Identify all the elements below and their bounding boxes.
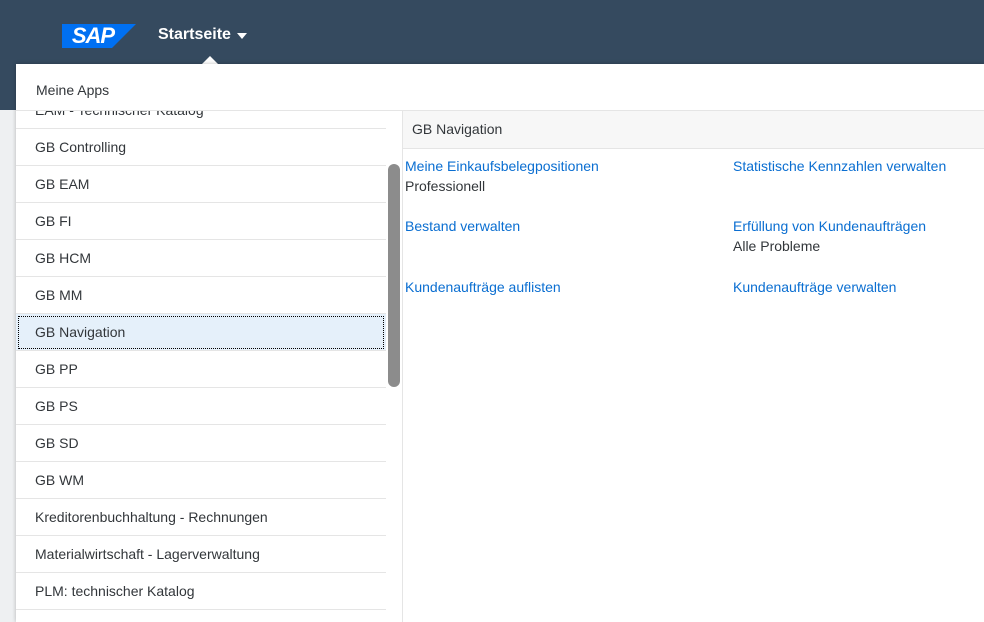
home-menu-button[interactable]: Startseite <box>158 24 247 46</box>
catalog-list: EAM - Technischer Katalog GB Controlling… <box>16 111 386 622</box>
catalog-item[interactable]: Kreditorenbuchhaltung - Rechnungen <box>16 499 386 536</box>
sap-logo[interactable]: SAP <box>62 24 136 48</box>
catalog-item[interactable]: GB HCM <box>16 240 386 277</box>
catalog-item[interactable]: GB SD <box>16 425 386 462</box>
scrollbar-thumb[interactable] <box>388 164 400 387</box>
app-link[interactable]: Kundenaufträge verwalten <box>733 277 896 297</box>
app-tile[interactable]: Kundenaufträge verwalten <box>733 277 896 297</box>
catalog-scrollbar[interactable] <box>386 111 402 622</box>
app-tile[interactable]: Bestand verwalten <box>405 216 520 236</box>
home-title: Startseite <box>158 26 231 43</box>
popover-title: Meine Apps <box>36 82 110 98</box>
catalog-item[interactable]: EAM - Technischer Katalog <box>16 111 386 129</box>
app-tile[interactable]: Erfüllung von Kundenaufträgen Alle Probl… <box>733 216 926 256</box>
catalog-item-selected[interactable]: GB Navigation <box>16 314 386 351</box>
app-link[interactable]: Meine Einkaufsbelegpositionen <box>405 156 599 176</box>
catalog-item[interactable]: GB EAM <box>16 166 386 203</box>
app-group-panel: GB Navigation Meine Einkaufsbelegpositio… <box>402 111 984 622</box>
catalog-item[interactable]: GB MM <box>16 277 386 314</box>
sap-logo-text: SAP <box>71 23 115 48</box>
catalog-item[interactable]: PLM: technischer Katalog <box>16 573 386 610</box>
catalog-item[interactable]: GB PP <box>16 351 386 388</box>
app-subtitle: Professionell <box>405 178 486 194</box>
my-apps-popover: Meine Apps EAM - Technischer Katalog GB … <box>16 64 984 622</box>
app-tile[interactable]: Statistische Kennzahlen verwalten <box>733 156 946 176</box>
group-title: GB Navigation <box>403 111 984 149</box>
caret-down-icon <box>236 33 247 39</box>
catalog-item[interactable]: GB WM <box>16 462 386 499</box>
app-link[interactable]: Kundenaufträge auflisten <box>405 277 561 297</box>
app-tile[interactable]: Kundenaufträge auflisten <box>405 277 561 297</box>
catalog-item[interactable]: GB FI <box>16 203 386 240</box>
popover-header: Meine Apps <box>16 64 984 111</box>
catalog-item[interactable]: GB Controlling <box>16 129 386 166</box>
app-tile[interactable]: Meine Einkaufsbelegpositionen Profession… <box>405 156 599 196</box>
catalog-item[interactable]: GB PS <box>16 388 386 425</box>
app-link[interactable]: Erfüllung von Kundenaufträgen <box>733 216 926 236</box>
catalog-item[interactable]: Materialwirtschaft - Lagerverwaltung <box>16 536 386 573</box>
app-link[interactable]: Bestand verwalten <box>405 216 520 236</box>
app-subtitle: Alle Probleme <box>733 238 821 254</box>
app-link[interactable]: Statistische Kennzahlen verwalten <box>733 156 946 176</box>
